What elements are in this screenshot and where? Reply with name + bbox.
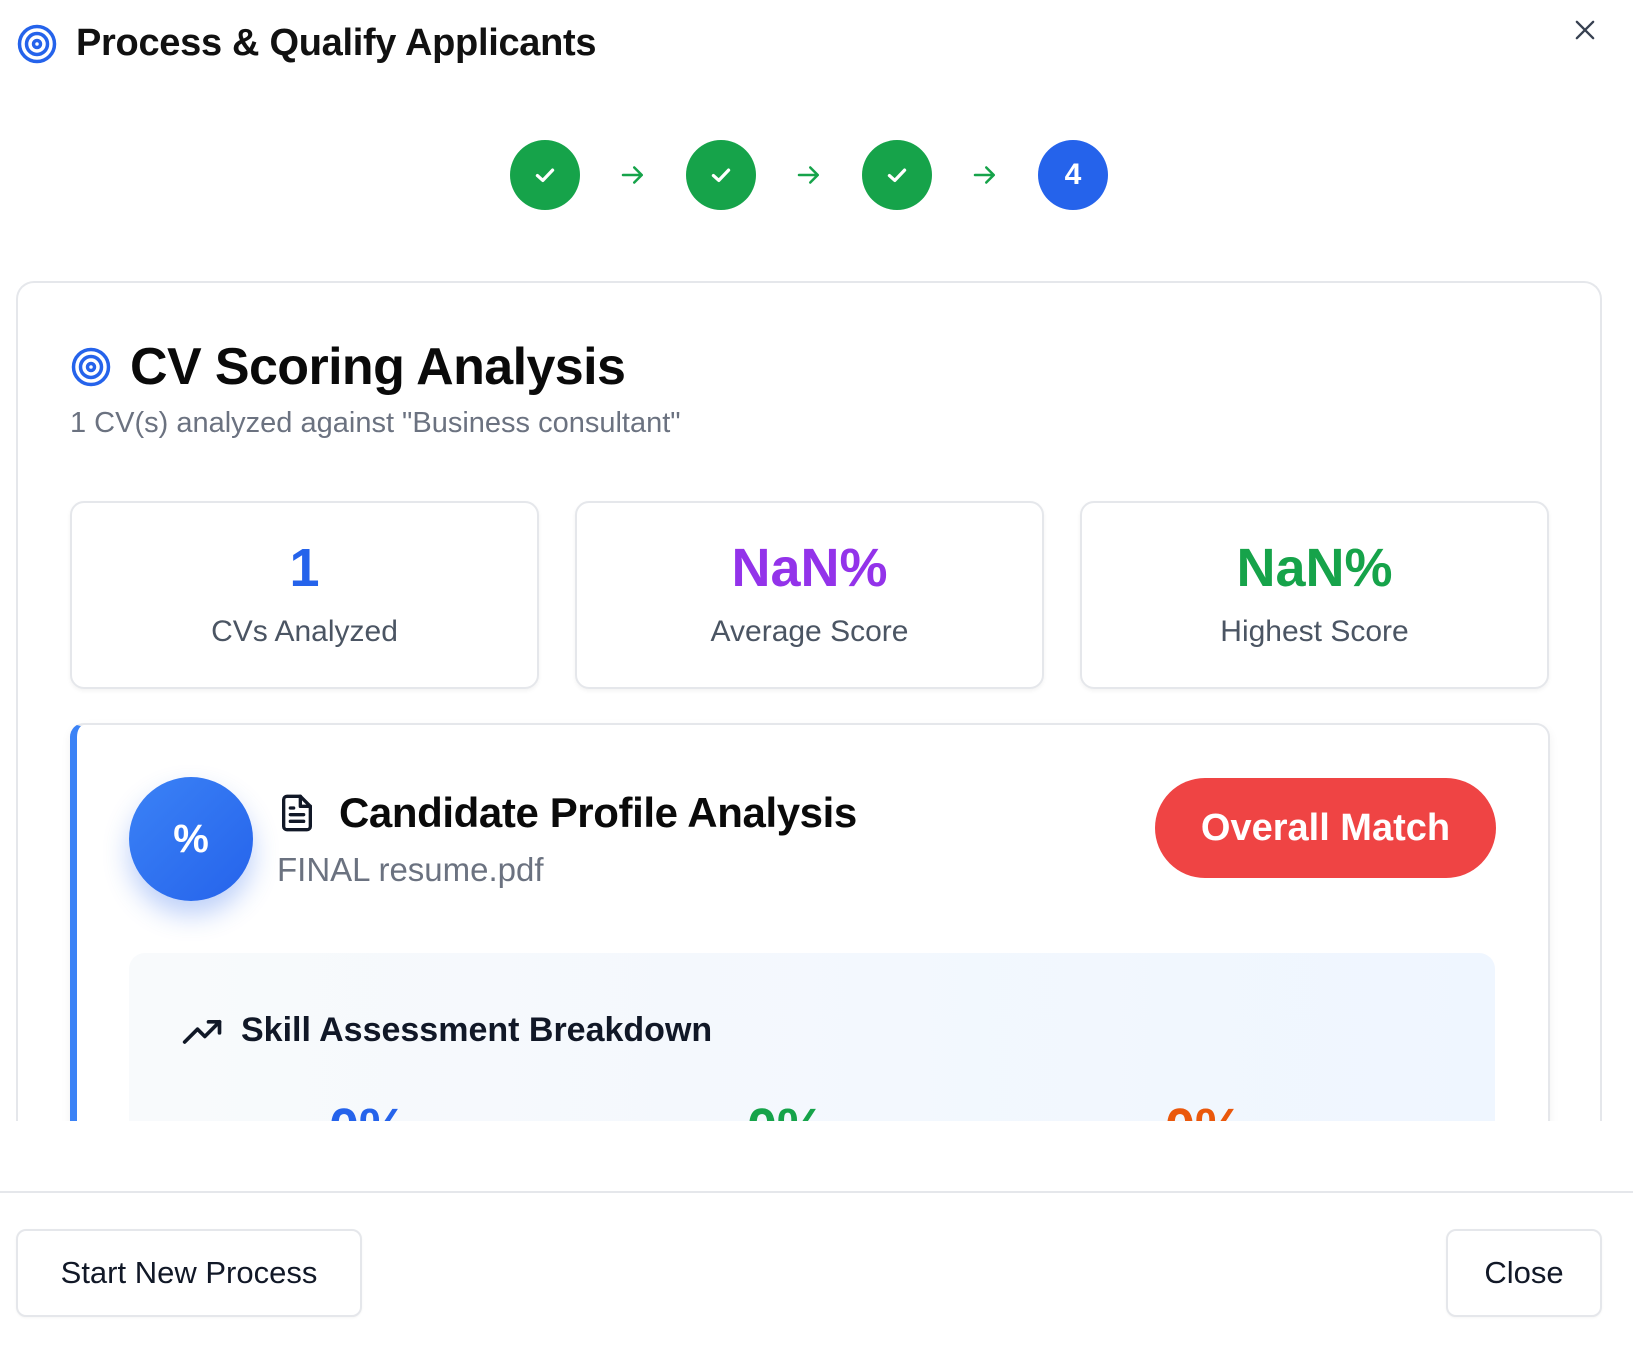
close-icon	[1575, 20, 1595, 40]
dialog-title: Process & Qualify Applicants	[76, 22, 597, 64]
stat-value: NaN%	[731, 538, 888, 598]
check-icon	[711, 168, 731, 183]
step-3-completed	[862, 140, 932, 210]
stat-value: 1	[289, 538, 320, 598]
candidate-file-name: FINAL resume.pdf	[277, 851, 544, 888]
arrow-right-icon	[580, 140, 686, 210]
skill-assessment-title: Skill Assessment Breakdown	[241, 1011, 713, 1049]
close-button[interactable]: Close	[1446, 1229, 1602, 1317]
stat-label: Average Score	[710, 615, 909, 648]
step-4-current: 4	[1038, 140, 1108, 210]
start-new-process-button[interactable]: Start New Process	[16, 1229, 362, 1317]
arrow-right-icon	[932, 140, 1038, 210]
step-2-completed	[686, 140, 756, 210]
stat-value: NaN%	[1236, 538, 1393, 598]
candidate-title-row: Candidate Profile Analysis	[277, 789, 857, 837]
skill-assessment-panel: Skill Assessment Breakdown 0% 0% 0%	[129, 953, 1495, 1121]
stats-row: 1 CVs Analyzed NaN% Average Score NaN% H…	[70, 501, 1549, 689]
skill-assessment-header: Skill Assessment Breakdown	[181, 1011, 712, 1050]
analysis-title: CV Scoring Analysis	[130, 338, 626, 396]
target-icon	[17, 24, 57, 63]
stat-card-cvs-analyzed: 1 CVs Analyzed	[70, 501, 539, 689]
footer-divider	[0, 1191, 1633, 1193]
candidate-card: % Candidate Profile Analysis FINAL resum…	[70, 723, 1550, 1121]
stat-card-highest-score: NaN% Highest Score	[1080, 501, 1549, 689]
close-dialog-button[interactable]	[1565, 10, 1605, 50]
stat-label: CVs Analyzed	[211, 615, 398, 648]
check-icon	[535, 168, 555, 183]
analysis-panel[interactable]: CV Scoring Analysis 1 CV(s) analyzed aga…	[16, 281, 1602, 1121]
progress-stepper: 4	[510, 140, 1108, 210]
arrow-right-icon	[756, 140, 862, 210]
overall-match-badge: Overall Match	[1155, 778, 1496, 878]
check-icon	[887, 168, 907, 183]
analysis-subtitle: 1 CV(s) analyzed against "Business consu…	[70, 407, 681, 439]
trending-up-icon	[182, 1019, 222, 1044]
stat-card-average-score: NaN% Average Score	[575, 501, 1044, 689]
candidate-title: Candidate Profile Analysis	[339, 789, 857, 836]
step-1-completed	[510, 140, 580, 210]
file-text-icon	[282, 794, 312, 832]
analysis-header: CV Scoring Analysis	[70, 337, 626, 397]
score-percent-badge: %	[129, 777, 253, 901]
skill-score-3: 0%	[1165, 1101, 1243, 1121]
target-icon	[71, 347, 111, 387]
skill-score-1: 0%	[329, 1101, 407, 1121]
stat-label: Highest Score	[1220, 615, 1409, 648]
dialog-header: Process & Qualify Applicants	[16, 22, 597, 65]
skill-score-2: 0%	[747, 1101, 825, 1121]
